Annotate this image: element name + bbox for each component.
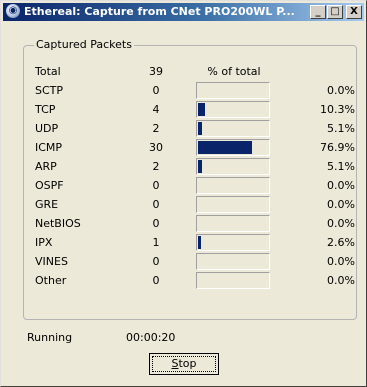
protocol-count: 0 (152, 217, 160, 230)
protocol-row: Other 0 0.0% (35, 272, 355, 290)
protocol-count: 30 (149, 141, 163, 154)
progress-fill (198, 122, 202, 135)
protocol-progress-bar (196, 196, 270, 213)
protocol-label: ICMP (35, 141, 63, 154)
protocol-label: IPX (35, 236, 53, 249)
protocol-percent: 2.6% (327, 236, 355, 249)
capture-dialog-window: ◉ Ethereal: Capture from CNet PRO200WL P… (0, 0, 367, 387)
protocol-count: 0 (152, 274, 160, 287)
protocol-progress-bar (196, 234, 270, 251)
close-icon: X (350, 6, 358, 17)
protocol-count: 1 (152, 236, 160, 249)
protocol-percent: 0.0% (327, 84, 355, 97)
protocol-row: IPX 1 2.6% (35, 234, 355, 252)
title-bar[interactable]: ◉ Ethereal: Capture from CNet PRO200WL P… (3, 3, 364, 21)
protocol-label: ARP (35, 160, 57, 173)
protocol-percent: 0.0% (327, 179, 355, 192)
protocol-count: 0 (152, 179, 160, 192)
protocol-progress-bar (196, 82, 270, 99)
protocol-row: ICMP 30 76.9% (35, 139, 355, 157)
protocol-count: 0 (152, 255, 160, 268)
status-label: Running (27, 331, 73, 344)
protocol-progress-bar (196, 120, 270, 137)
protocol-percent: 10.3% (320, 103, 355, 116)
protocol-percent: 0.0% (327, 217, 355, 230)
protocol-percent: 0.0% (327, 255, 355, 268)
ethereal-app-icon[interactable]: ◉ (6, 4, 20, 18)
protocol-label: VINES (35, 255, 68, 268)
protocol-label: OSPF (35, 179, 64, 192)
protocol-row: TCP 4 10.3% (35, 101, 355, 119)
protocol-row: OSPF 0 0.0% (35, 177, 355, 195)
progress-fill (198, 236, 201, 249)
protocol-label: UDP (35, 122, 59, 135)
window-title: Ethereal: Capture from CNet PRO200WL P..… (24, 5, 295, 18)
protocol-row: VINES 0 0.0% (35, 253, 355, 271)
captured-packets-legend: Captured Packets (34, 38, 134, 51)
protocol-label: GRE (35, 198, 59, 211)
protocol-count: 2 (152, 160, 160, 173)
total-label: Total (35, 65, 61, 78)
protocol-percent: 0.0% (327, 198, 355, 211)
protocol-progress-bar (196, 177, 270, 194)
progress-fill (198, 141, 252, 154)
progress-fill (198, 160, 202, 173)
protocol-label: Other (35, 274, 67, 287)
protocol-progress-bar (196, 158, 270, 175)
protocol-percent: 5.1% (327, 160, 355, 173)
protocol-count: 0 (152, 84, 160, 97)
protocol-row: UDP 2 5.1% (35, 120, 355, 138)
protocol-count: 0 (152, 198, 160, 211)
total-count: 39 (149, 65, 163, 78)
maximize-icon: □ (330, 6, 340, 17)
minimize-icon: _ (315, 6, 321, 17)
protocol-progress-bar (196, 272, 270, 289)
protocol-percent: 5.1% (327, 122, 355, 135)
close-button[interactable]: X (346, 5, 362, 19)
protocol-row: NetBIOS 0 0.0% (35, 215, 355, 233)
progress-fill (198, 103, 205, 116)
protocol-row: SCTP 0 0.0% (35, 82, 355, 100)
protocol-label: NetBIOS (35, 217, 81, 230)
protocol-row: GRE 0 0.0% (35, 196, 355, 214)
protocol-percent: 76.9% (320, 141, 355, 154)
percent-of-total-header: % of total (207, 65, 261, 78)
minimize-button[interactable]: _ (310, 5, 326, 19)
elapsed-time: 00:00:20 (126, 331, 176, 344)
protocol-percent: 0.0% (327, 274, 355, 287)
protocol-count: 2 (152, 122, 160, 135)
protocol-progress-bar (196, 101, 270, 118)
protocol-label: TCP (35, 103, 56, 116)
protocol-count: 4 (152, 103, 160, 116)
total-row: Total 39 % of total (35, 63, 355, 81)
protocol-label: SCTP (35, 84, 64, 97)
protocol-progress-bar (196, 139, 270, 156)
stop-button[interactable]: Stop (149, 353, 219, 375)
stop-button-label: top (178, 357, 197, 370)
protocol-progress-bar (196, 253, 270, 270)
protocol-progress-bar (196, 215, 270, 232)
maximize-button[interactable]: □ (327, 5, 343, 19)
protocol-row: ARP 2 5.1% (35, 158, 355, 176)
